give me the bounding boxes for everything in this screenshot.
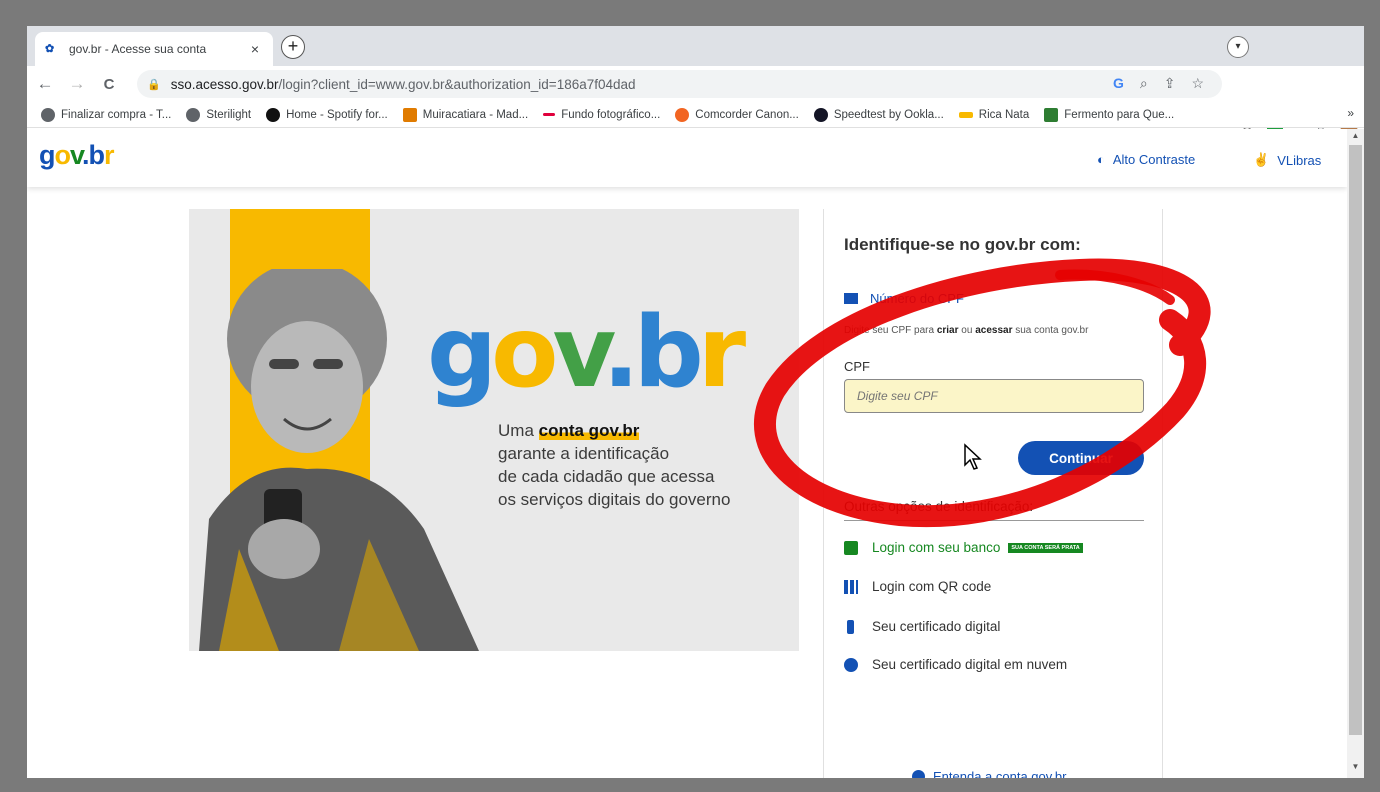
scroll-up-arrow-icon[interactable]: ▲ (1347, 131, 1364, 145)
silver-account-badge: SUA CONTA SERÁ PRATA (1008, 542, 1083, 553)
qr-code-icon (844, 579, 858, 594)
cloud-certificate-option[interactable]: Seu certificado digital em nuvem (844, 657, 1067, 672)
site-header: gov.br ◐ Alto Contraste ✌ VLibras (27, 129, 1347, 187)
google-lens-icon[interactable]: G (1113, 75, 1124, 92)
new-tab-button[interactable]: + (281, 35, 305, 59)
digital-certificate-option[interactable]: Seu certificado digital (844, 619, 1000, 634)
qr-login-option[interactable]: Login com QR code (844, 579, 991, 594)
vlibras-link[interactable]: ✌ VLibras (1253, 152, 1321, 168)
understand-account-link[interactable]: Entenda a conta gov.br (912, 769, 1066, 778)
bookmark-item[interactable]: Fundo fotográfico... (543, 109, 660, 121)
scroll-down-arrow-icon[interactable]: ▼ (1347, 762, 1364, 776)
cpf-hint: Digite seu CPF para criar ou acessar sua… (844, 325, 1089, 336)
url-host: sso.acesso.gov.br (170, 76, 279, 92)
govbr-logo[interactable]: gov.br (39, 140, 114, 171)
bookmark-item[interactable]: Fermento para Que... (1044, 107, 1174, 122)
bookmark-item[interactable]: Sterilight (186, 107, 251, 122)
bookmark-item[interactable]: Home - Spotify for... (266, 107, 388, 122)
reload-button[interactable]: C (95, 76, 123, 93)
speedtest-icon (813, 107, 828, 122)
other-options-heading: Outras opções de identificação: (844, 499, 1144, 521)
usb-token-icon (847, 619, 854, 634)
cpf-label: CPF (844, 359, 870, 374)
zoom-icon[interactable]: ⌕ (1140, 75, 1148, 92)
bookmark-item[interactable]: Comcorder Canon... (675, 107, 799, 122)
high-contrast-link[interactable]: ◐ Alto Contraste (1097, 152, 1195, 167)
login-title: Identifique-se no gov.br com: (844, 235, 1081, 254)
back-button[interactable]: ← (31, 74, 59, 94)
site-icon (675, 107, 690, 122)
site-icon (543, 113, 556, 116)
tab-title: gov.br - Acesse sua conta (69, 42, 207, 56)
id-card-icon (844, 293, 858, 304)
url-path: /login?client_id=www.gov.br&authorizatio… (278, 76, 636, 92)
page-scrollbar[interactable]: ▲ ▼ (1347, 129, 1364, 778)
login-card: Identifique-se no gov.br com: Número do … (823, 209, 1163, 778)
contrast-icon: ◐ (1097, 152, 1105, 167)
cpf-option[interactable]: Número do CPF (844, 291, 964, 306)
close-tab-icon[interactable]: × (247, 41, 263, 57)
bank-login-option[interactable]: Login com seu banco SUA CONTA SERÁ PRATA (844, 540, 1083, 555)
lock-icon: 🔒 (147, 78, 161, 91)
vlibras-hand-icon: ✌ (1253, 152, 1270, 167)
tab-search-icon[interactable]: ▾ (1227, 36, 1249, 58)
address-bar[interactable]: 🔒 sso.acesso.gov.br/login?client_id=www.… (137, 70, 1222, 98)
share-icon[interactable]: ⇪ (1164, 75, 1176, 92)
site-icon (402, 107, 417, 122)
bookmark-item[interactable]: Rica Nata (958, 109, 1029, 121)
continue-button[interactable]: Continuar (1018, 441, 1144, 475)
scrollbar-thumb[interactable] (1349, 145, 1362, 735)
cloud-icon (844, 657, 858, 672)
bookmark-item[interactable]: Speedtest by Ookla... (813, 107, 944, 122)
hero-banner: gov.br Uma conta gov.br garante a identi… (189, 209, 799, 651)
globe-icon (186, 107, 201, 122)
info-icon (912, 770, 925, 778)
banner-tagline: Uma conta gov.br garante a identificação… (498, 421, 731, 509)
bookmark-item[interactable]: Finalizar compra - T... (41, 107, 171, 122)
govbr-favicon-icon: ✿ (45, 43, 55, 55)
bookmark-item[interactable]: Muiracatiara - Mad... (402, 107, 528, 122)
bank-icon (844, 540, 858, 555)
spotify-icon (266, 107, 281, 122)
browser-toolbar: ← → C 🔒 sso.acesso.gov.br/login?client_i… (27, 66, 1364, 133)
mouse-cursor-icon (964, 443, 982, 470)
bookmarks-overflow-button[interactable]: » (1347, 106, 1354, 120)
bookmark-star-icon[interactable]: ☆ (1191, 75, 1204, 92)
govbr-big-logo: gov.br (427, 296, 746, 410)
tab-strip: ✿ gov.br - Acesse sua conta × + ▾ (27, 26, 1364, 66)
site-icon (958, 111, 973, 118)
browser-window: ✿ gov.br - Acesse sua conta × + ▾ ← → C … (27, 26, 1364, 778)
site-icon (1044, 107, 1059, 122)
tab-govbr[interactable]: ✿ gov.br - Acesse sua conta × (35, 32, 273, 66)
cpf-input[interactable] (844, 379, 1144, 413)
globe-icon (41, 107, 55, 122)
bookmarks-bar: Finalizar compra - T... Sterilight Home … (27, 102, 1364, 128)
page-content: gov.br ◐ Alto Contraste ✌ VLibras gov.br… (27, 129, 1347, 778)
forward-button[interactable]: → (63, 74, 91, 94)
